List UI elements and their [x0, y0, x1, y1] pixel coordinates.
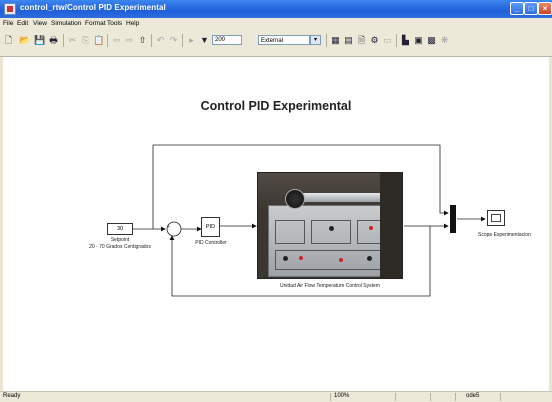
scope-label: Scope Experimentacion	[478, 232, 531, 238]
pid-text: PID	[205, 224, 216, 230]
pid-controller-block[interactable]: PID	[201, 217, 220, 237]
fan-icon	[285, 189, 305, 209]
scope-block[interactable]	[487, 210, 505, 226]
plant-block[interactable]	[257, 172, 403, 279]
mux-block[interactable]	[450, 205, 456, 233]
setpoint-sublabel: 20 - 70 Grados Centigrados	[89, 244, 151, 250]
setpoint-value: 30	[116, 226, 124, 232]
status-bar: Ready 100% ode5	[0, 391, 552, 402]
solver-name: ode5	[466, 393, 480, 399]
scope-icon	[491, 214, 501, 222]
setpoint-label: Setpoint	[110, 237, 130, 243]
sum-sign: +	[167, 224, 170, 230]
setpoint-block[interactable]: 30	[107, 223, 133, 235]
plant-label: Unidad Air Flow Temperature Control Syst…	[280, 283, 380, 289]
status-text: Ready	[3, 393, 21, 399]
pid-controller-label: PID Controller	[195, 240, 227, 246]
zoom-level: 100%	[334, 393, 350, 399]
